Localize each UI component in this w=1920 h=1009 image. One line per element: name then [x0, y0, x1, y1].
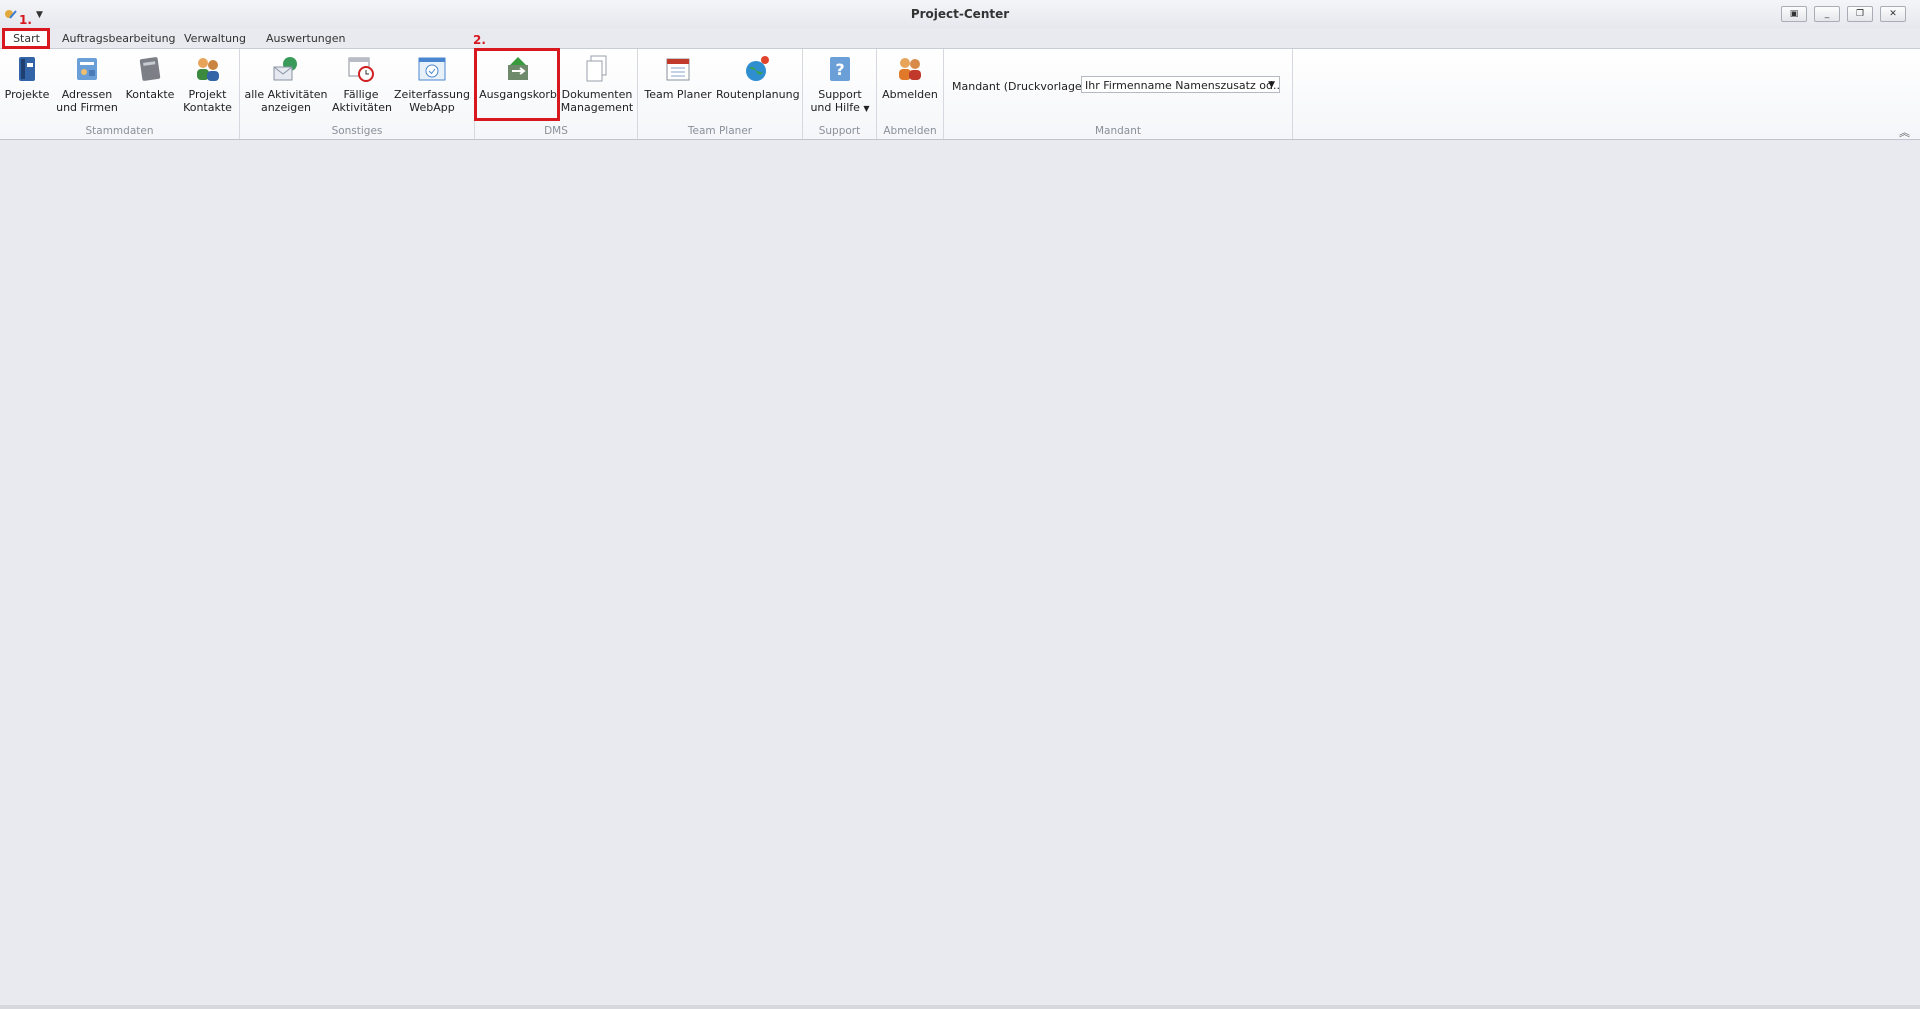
chevron-down-icon[interactable]: ▼	[1268, 77, 1275, 92]
group-support: ? Support und Hilfe ▼ Support	[803, 49, 877, 139]
group-label-stammdaten: Stammdaten	[85, 125, 154, 137]
status-strip	[0, 1005, 1920, 1009]
contacts-book-icon	[139, 57, 161, 81]
svg-text:?: ?	[835, 60, 844, 79]
tab-verwaltung[interactable]: Verwaltung	[184, 30, 246, 47]
ribbon-tabs: Start Auftragsbearbeitung Verwaltung Aus…	[0, 28, 1920, 48]
envelope-globe-icon	[273, 57, 297, 81]
logout-users-icon	[899, 58, 921, 80]
calendar-icon	[666, 58, 690, 81]
annotation-box-2	[474, 48, 560, 121]
support-und-hilfe-button[interactable]: ? Support und Hilfe ▼	[807, 53, 873, 115]
group-label-mandant: Mandant	[1094, 125, 1142, 137]
team-planer-button[interactable]: Team Planer	[642, 53, 714, 101]
annotation-box-1	[2, 28, 50, 49]
faellige-aktivitaeten-button[interactable]: Fällige Aktivitäten	[332, 53, 392, 114]
group-label-abmelden: Abmelden	[883, 125, 937, 137]
group-label-support: Support	[818, 125, 861, 137]
group-label-dms: DMS	[544, 125, 568, 137]
collapse-ribbon-icon[interactable]: ︽	[1899, 124, 1910, 140]
group-label-team-planer: Team Planer	[687, 125, 753, 137]
minimize-button[interactable]: _	[1814, 6, 1840, 22]
group-mandant: Mandant	[944, 49, 1293, 139]
close-button[interactable]: ✕	[1880, 6, 1906, 22]
abmelden-button[interactable]: Abmelden	[881, 53, 939, 101]
projekt-kontakte-button[interactable]: Projekt Kontakte	[180, 53, 235, 114]
calendar-clock-icon	[348, 57, 374, 82]
fullscreen-icon[interactable]: ▣	[1781, 6, 1807, 22]
address-book-icon	[77, 58, 97, 80]
mandant-label: Mandant (Druckvorlagen):	[952, 80, 1097, 93]
dokumenten-management-button[interactable]: Dokumenten Management	[560, 53, 634, 114]
group-label-sonstiges: Sonstiges	[331, 125, 383, 137]
annotation-number-2: 2.	[473, 33, 486, 47]
globe-pin-icon	[746, 56, 769, 81]
web-clock-icon	[418, 57, 446, 81]
projekte-button[interactable]: Projekte	[3, 53, 51, 101]
chevron-down-icon: ▼	[863, 104, 870, 113]
routenplanung-button[interactable]: Routenplanung	[716, 53, 800, 101]
alle-aktivitaeten-button[interactable]: alle Aktivitäten anzeigen	[244, 53, 328, 114]
window-title: Project-Center	[910, 7, 1010, 21]
tab-auswertungen[interactable]: Auswertungen	[266, 30, 346, 47]
restore-button[interactable]: ❐	[1847, 6, 1873, 22]
mandant-select[interactable]: Ihr Firmenname Namenszusatz od... ▼	[1081, 76, 1280, 93]
kontakte-button[interactable]: Kontakte	[124, 53, 176, 101]
people-icon	[196, 58, 219, 81]
group-team-planer: Team Planer Routenplanung Team Planer	[638, 49, 803, 139]
adressen-button[interactable]: Adressen und Firmen	[56, 53, 118, 114]
title-bar: ▼ Project-Center ▣ _ ❐ ✕	[0, 0, 1920, 28]
zeiterfassung-button[interactable]: Zeiterfassung WebApp	[394, 53, 470, 114]
binder-icon	[19, 57, 35, 81]
tab-auftragsbearbeitung[interactable]: Auftragsbearbeitung	[62, 30, 176, 47]
documents-icon	[586, 55, 607, 82]
group-abmelden: Abmelden Abmelden	[877, 49, 944, 139]
help-icon: ?	[830, 57, 850, 81]
group-sonstiges: alle Aktivitäten anzeigen Fällige Aktivi…	[240, 49, 475, 139]
window-controls: ▣ _ ❐ ✕	[1781, 6, 1906, 22]
annotation-number-1: 1.	[19, 13, 32, 27]
ribbon: Projekte Adressen und Firmen Kontakte Pr…	[0, 48, 1920, 140]
group-stammdaten: Projekte Adressen und Firmen Kontakte Pr…	[0, 49, 240, 139]
